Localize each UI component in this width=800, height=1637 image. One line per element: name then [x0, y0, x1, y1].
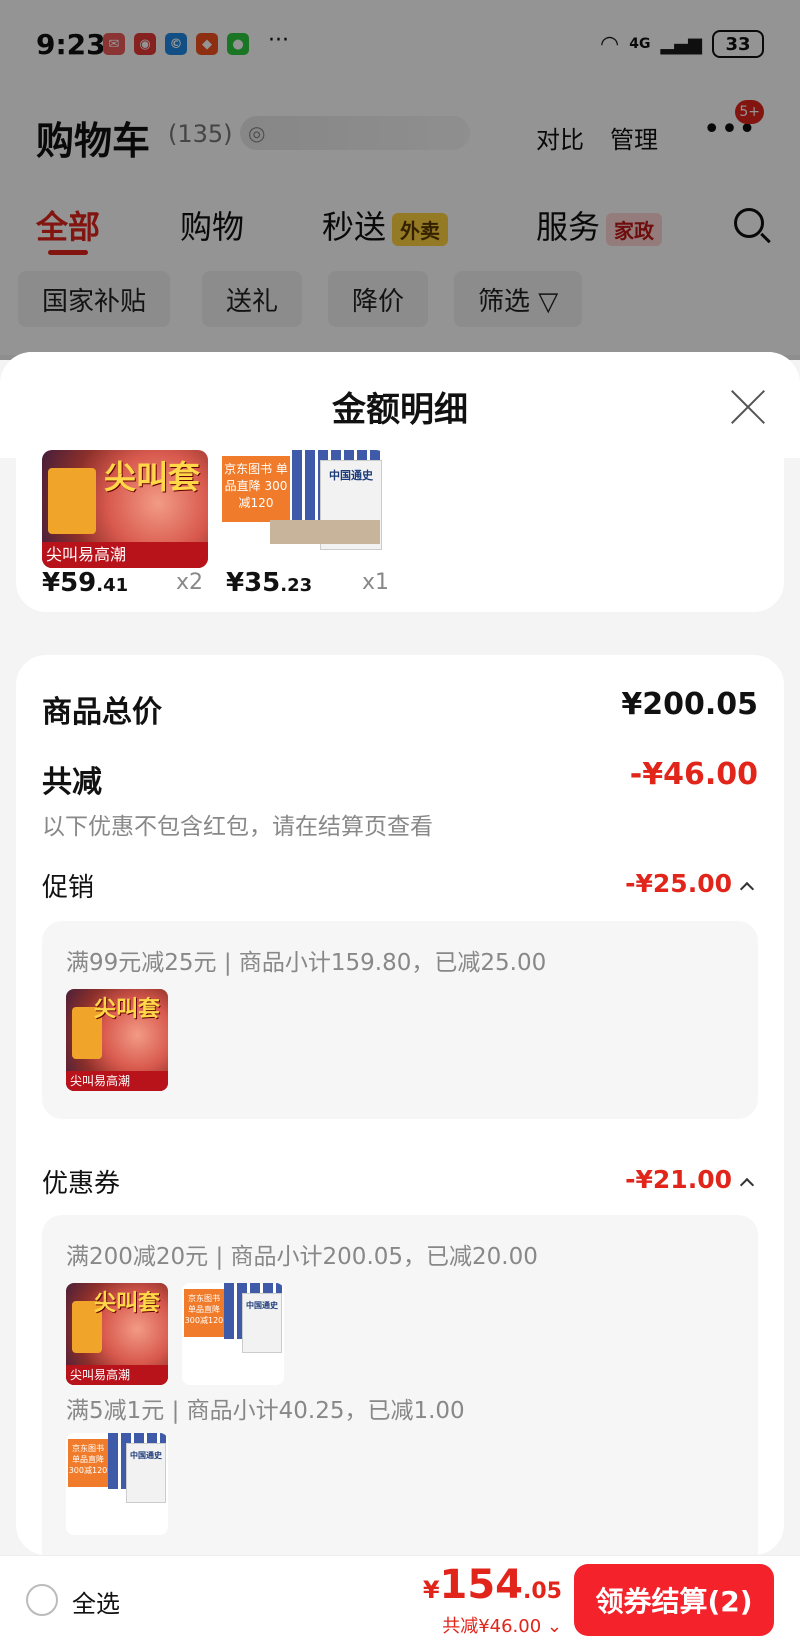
total-decimal: .05: [523, 1579, 562, 1604]
currency-symbol: ¥: [422, 1576, 440, 1604]
select-all-checkbox[interactable]: [26, 1584, 58, 1616]
total-off-label: 共减: [42, 765, 102, 800]
thumbnail-cover-text: 中国通史: [126, 1443, 166, 1503]
discount-note: 以下优惠不包含红包，请在结算页查看: [42, 814, 433, 840]
checkout-bar: 全选 ¥154.05 共减¥46.00 ⌄ 领券结算(2): [0, 1555, 800, 1637]
thumbnail-tag-text: 京东图书 单品直降 300减120: [68, 1439, 108, 1487]
book-base-graphic: [270, 520, 380, 544]
promotion-value[interactable]: -¥25.00: [625, 869, 755, 898]
product-thumbnail[interactable]: 京东图书 单品直降 300减120 中国通史: [220, 450, 386, 568]
sheet-title: 金额明细: [332, 390, 468, 430]
product-thumbnail[interactable]: 尖叫套 尖叫易高潮: [66, 1283, 168, 1385]
price-decimal: .23: [280, 575, 313, 596]
price-decimal: .41: [96, 575, 129, 596]
close-icon[interactable]: [730, 388, 766, 424]
promotion-rule: 满99元减25元 | 商品小计159.80，已减25.00: [66, 950, 547, 976]
promotion-amount: -¥25.00: [625, 869, 732, 898]
promotion-detail-box: 满99元减25元 | 商品小计159.80，已减25.00 尖叫套 尖叫易高潮: [42, 921, 758, 1119]
thumbnail-text: 尖叫套: [93, 997, 160, 1022]
coupon-label: 优惠券: [42, 1169, 121, 1199]
thumbnail-text: 尖叫套: [103, 458, 200, 496]
total-saved[interactable]: 共减¥46.00 ⌄: [442, 1612, 562, 1637]
goods-total-value: ¥200.05: [621, 687, 758, 722]
total-off-value: -¥46.00: [629, 757, 758, 792]
price-integer: ¥35: [226, 568, 281, 598]
amount-detail-card: 商品总价 ¥200.05 共减 -¥46.00 以下优惠不包含红包，请在结算页查…: [16, 655, 784, 1575]
coupon-rule: 满5减1元 | 商品小计40.25，已减1.00: [66, 1398, 465, 1424]
product-thumbnail[interactable]: 尖叫套 尖叫易高潮: [66, 989, 168, 1091]
item-quantity: x1: [362, 570, 390, 595]
chevron-up-icon: [739, 1177, 755, 1193]
thumbnail-band-text: 尖叫易高潮: [66, 1071, 168, 1091]
checkout-button[interactable]: 领券结算(2): [574, 1564, 774, 1636]
product-box-graphic: [48, 468, 96, 534]
thumbnail-tag-text: 京东图书 单品直降 300减120: [222, 456, 290, 522]
promotion-label: 促销: [42, 873, 95, 903]
item-price: ¥35.23: [226, 568, 312, 598]
thumbnail-band-text: 尖叫易高潮: [42, 542, 208, 568]
sheet-header: 金额明细: [0, 352, 800, 458]
thumbnail-cover-text: 中国通史: [242, 1293, 282, 1353]
modal-overlay[interactable]: [0, 0, 800, 360]
selected-items-card: 尖叫套 尖叫易高潮 京东图书 单品直降 300减120 中国通史 ¥59.41 …: [16, 450, 784, 612]
coupon-rule: 满200减20元 | 商品小计200.05，已减20.00: [66, 1244, 538, 1270]
item-quantity: x2: [176, 570, 204, 595]
total-integer: 154: [439, 1562, 524, 1608]
total-price: ¥154.05: [423, 1562, 562, 1608]
thumbnail-band-text: 尖叫易高潮: [66, 1365, 168, 1385]
product-thumbnail[interactable]: 京东图书 单品直降 300减120 中国通史: [66, 1433, 168, 1535]
coupon-amount: -¥21.00: [625, 1165, 732, 1194]
thumbnail-text: 尖叫套: [93, 1291, 160, 1316]
coupon-detail-box: 满200减20元 | 商品小计200.05，已减20.00 尖叫套 尖叫易高潮 …: [42, 1215, 758, 1575]
select-all-label[interactable]: 全选: [72, 1584, 120, 1619]
chevron-up-icon: [739, 881, 755, 897]
item-price: ¥59.41: [42, 568, 128, 598]
coupon-value[interactable]: -¥21.00: [625, 1165, 755, 1194]
thumbnail-tag-text: 京东图书 单品直降 300减120: [184, 1289, 224, 1337]
amount-detail-sheet: 金额明细 尖叫套 尖叫易高潮 京东图书 单品直降 300减120 中国通史 ¥5…: [0, 352, 800, 1637]
goods-total-label: 商品总价: [42, 695, 162, 730]
price-integer: ¥59: [42, 568, 97, 598]
product-thumbnail[interactable]: 尖叫套 尖叫易高潮: [42, 450, 208, 568]
product-thumbnail[interactable]: 京东图书 单品直降 300减120 中国通史: [182, 1283, 284, 1385]
